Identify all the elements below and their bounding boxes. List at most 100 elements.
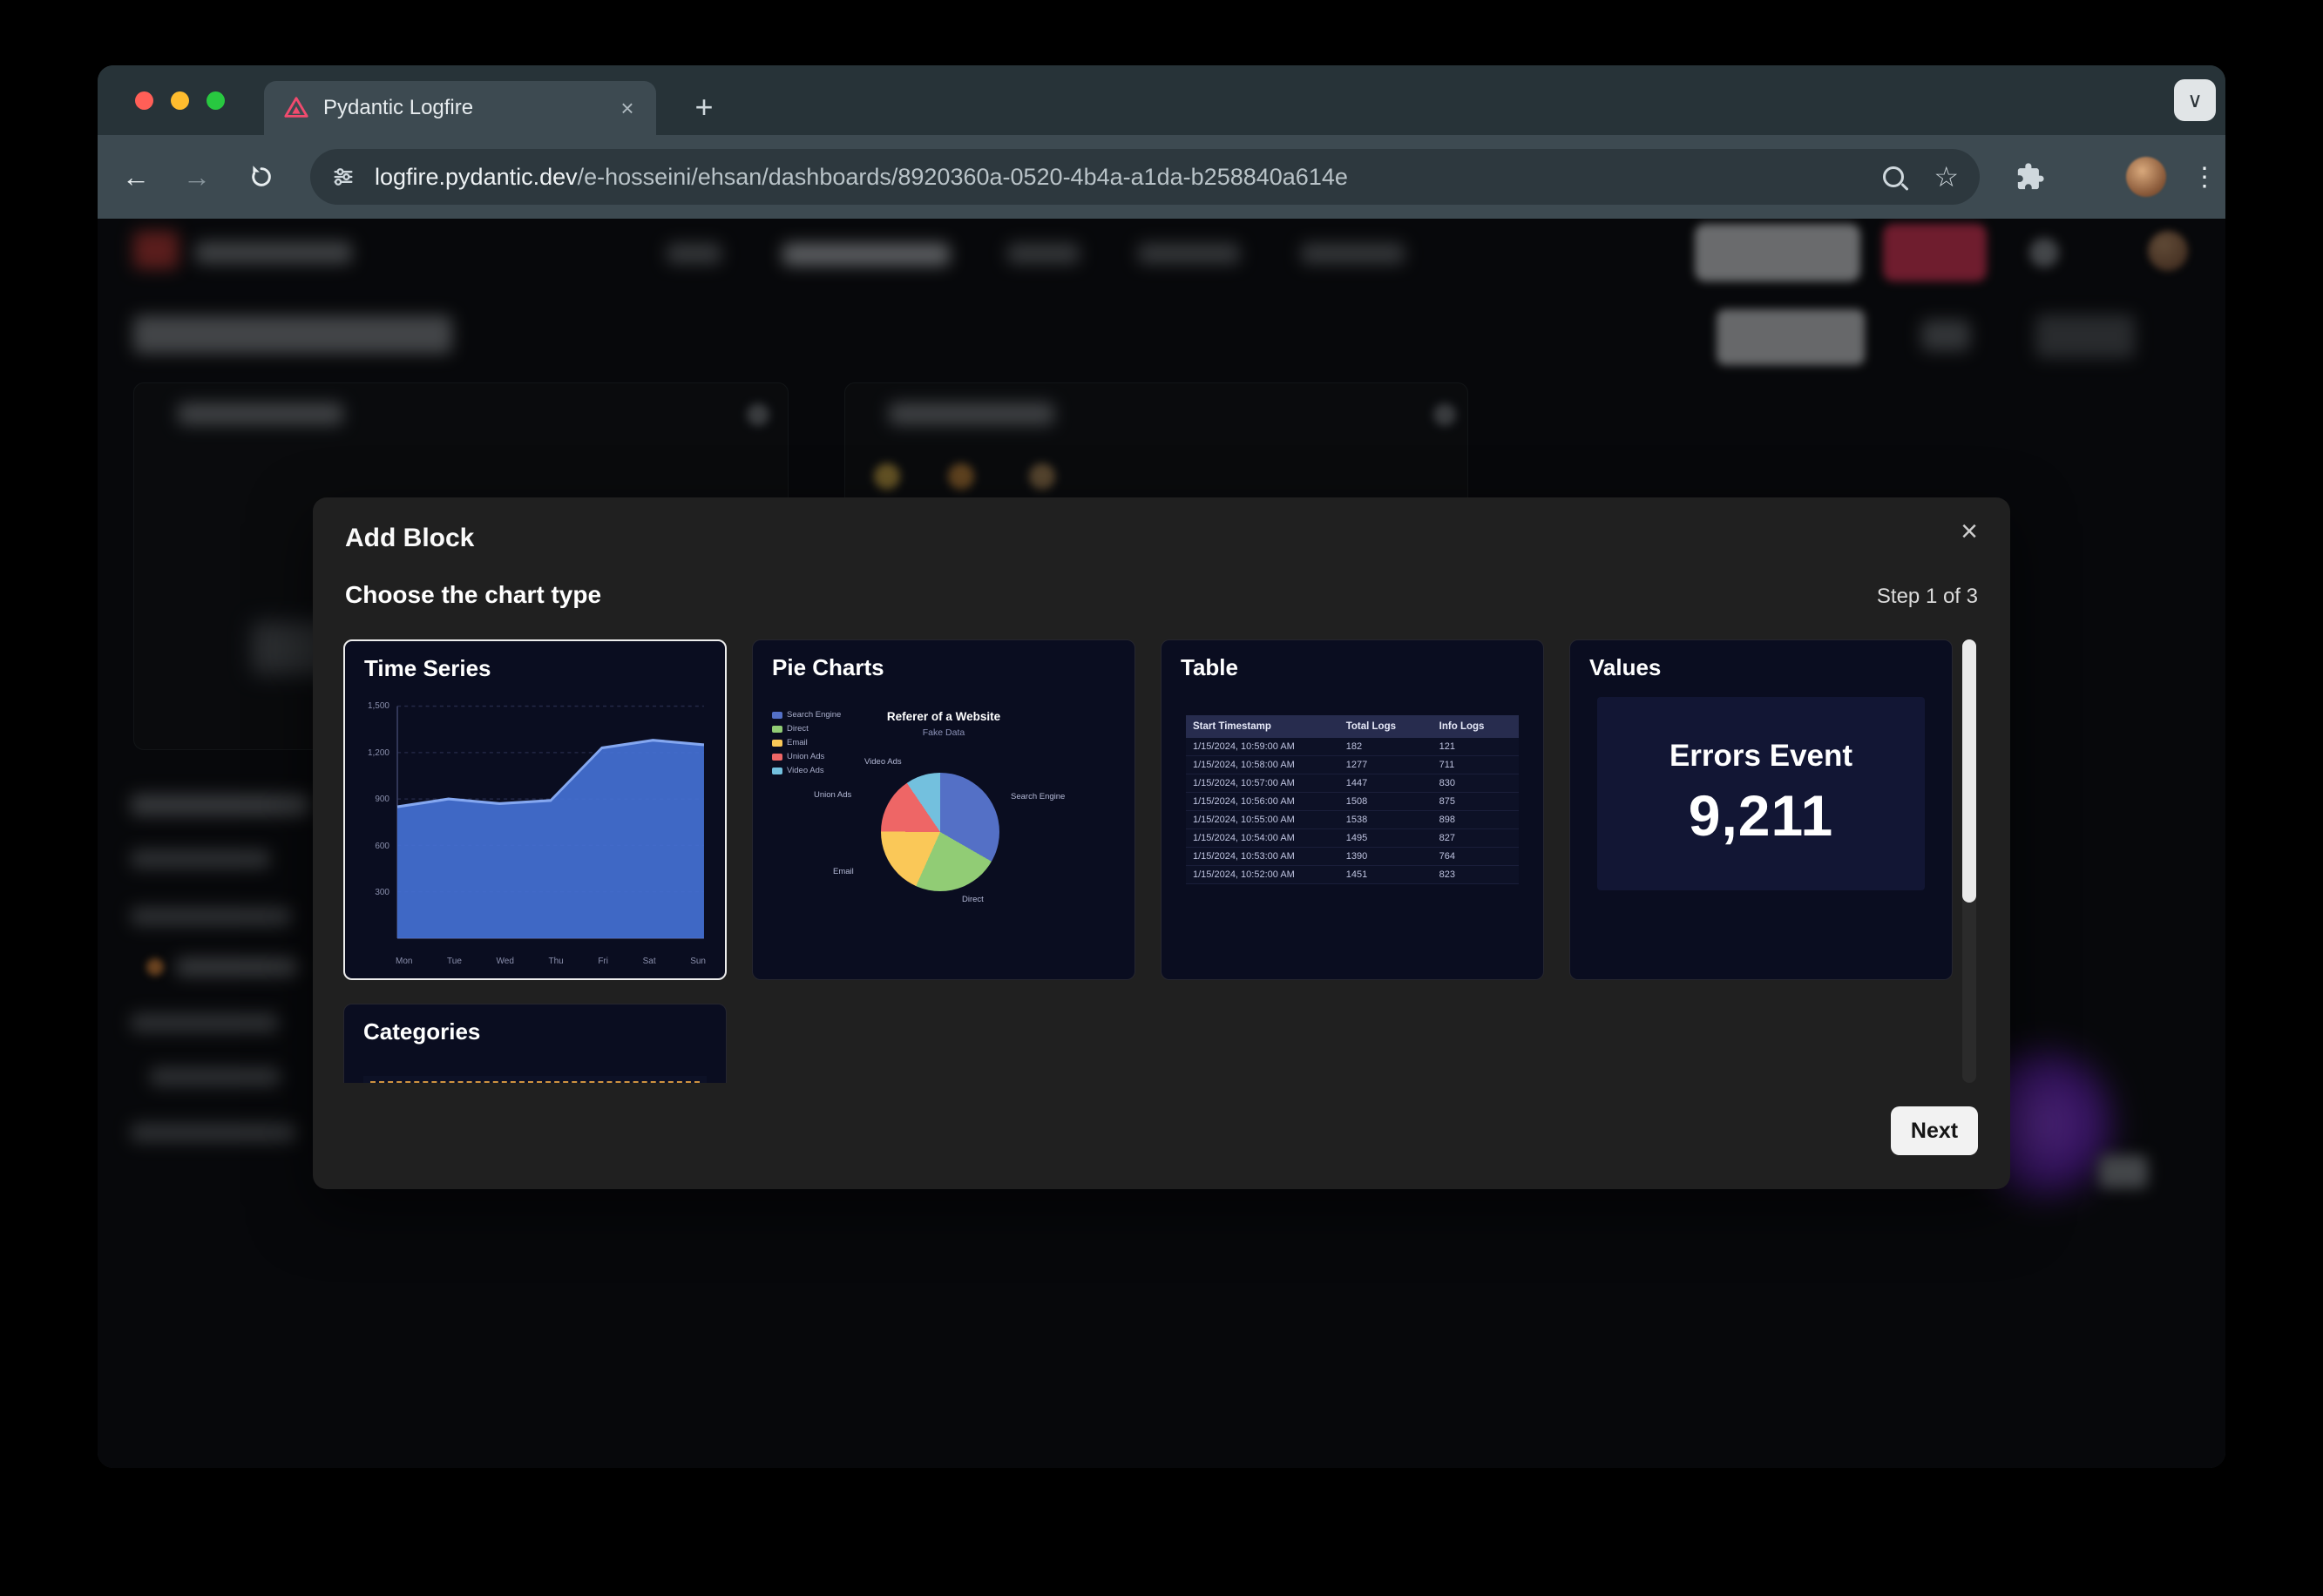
extensions-icon[interactable] bbox=[2013, 159, 2048, 194]
pie-callout: Email bbox=[833, 867, 854, 876]
add-block-modal: × Add Block Choose the chart type Step 1… bbox=[313, 497, 2010, 1189]
back-button[interactable]: ← bbox=[117, 158, 155, 196]
chart-type-grid: Time Series 1,500 1,200 900 600 300 bbox=[343, 639, 1953, 1083]
y-tick: 900 bbox=[375, 795, 389, 804]
x-tick: Wed bbox=[497, 957, 514, 966]
tab-strip-chevron-button[interactable]: ∨ bbox=[2174, 79, 2216, 121]
value-title: Errors Event bbox=[1669, 739, 1852, 774]
timeseries-area bbox=[397, 741, 704, 938]
modal-scrollbar-track bbox=[1962, 639, 1976, 1083]
table-row: 1/15/2024, 10:55:00 AM1538898 bbox=[1186, 811, 1519, 829]
x-tick: Sat bbox=[643, 957, 656, 966]
url-text: logfire.pydantic.dev/e-hosseini/ehsan/da… bbox=[375, 164, 1883, 191]
table-row: 1/15/2024, 10:52:00 AM1451823 bbox=[1186, 866, 1519, 884]
page-content: × Add Block Choose the chart type Step 1… bbox=[98, 219, 2225, 1468]
legend-chip bbox=[772, 740, 782, 747]
modal-scrollbar-thumb[interactable] bbox=[1962, 639, 1976, 903]
pie-legend: Search Engine Direct Email bbox=[772, 710, 841, 775]
tab-strip: Pydantic Logfire × + ∨ bbox=[98, 65, 2225, 135]
pie-callout: Search Engine bbox=[1011, 792, 1065, 801]
y-tick: 300 bbox=[375, 888, 389, 897]
card-values[interactable]: Values Errors Event 9,211 bbox=[1569, 639, 1953, 980]
tab-close-icon[interactable]: × bbox=[613, 93, 642, 123]
url-bar[interactable]: logfire.pydantic.dev/e-hosseini/ehsan/da… bbox=[310, 149, 1980, 205]
table-preview: Start Timestamp Total Logs Info Logs 1/1… bbox=[1186, 715, 1519, 884]
modal-title: Add Block bbox=[345, 524, 474, 553]
column-header: Total Logs bbox=[1339, 721, 1432, 732]
legend-label: Video Ads bbox=[787, 766, 824, 775]
x-tick: Fri bbox=[598, 957, 608, 966]
new-tab-button[interactable]: + bbox=[683, 86, 725, 128]
x-axis-labels: Mon Tue Wed Thu Fri Sat Sun bbox=[396, 950, 706, 966]
legend-label: Union Ads bbox=[787, 752, 824, 761]
table-header: Start Timestamp Total Logs Info Logs bbox=[1186, 715, 1519, 738]
modal-subtitle: Choose the chart type bbox=[345, 581, 601, 609]
chart-type-viewport: Time Series 1,500 1,200 900 600 300 bbox=[343, 639, 1953, 1083]
window-close-button[interactable] bbox=[135, 91, 153, 110]
table-row: 1/15/2024, 10:54:00 AM1495827 bbox=[1186, 829, 1519, 848]
pie-callout: Video Ads bbox=[864, 757, 902, 767]
card-title: Pie Charts bbox=[772, 654, 884, 681]
legend-item: Union Ads bbox=[772, 752, 841, 761]
pie-callout: Union Ads bbox=[814, 790, 851, 800]
table-row: 1/15/2024, 10:53:00 AM1390764 bbox=[1186, 848, 1519, 866]
x-tick: Mon bbox=[396, 957, 412, 966]
area-chart bbox=[396, 695, 706, 947]
legend-item: Email bbox=[772, 738, 841, 747]
value-preview: Errors Event 9,211 bbox=[1597, 697, 1925, 890]
y-tick: 600 bbox=[375, 842, 389, 851]
legend-chip bbox=[772, 768, 782, 774]
tab-title: Pydantic Logfire bbox=[323, 96, 613, 120]
table-row: 1/15/2024, 10:58:00 AM1277711 bbox=[1186, 756, 1519, 774]
table-row: 1/15/2024, 10:56:00 AM1508875 bbox=[1186, 793, 1519, 811]
card-pie-charts[interactable]: Pie Charts Referer of a Website Fake Dat… bbox=[752, 639, 1135, 980]
logfire-favicon-icon bbox=[283, 95, 309, 121]
pie-callout: Direct bbox=[962, 895, 984, 904]
site-info-icon[interactable] bbox=[331, 165, 356, 189]
legend-chip bbox=[772, 754, 782, 761]
card-title: Categories bbox=[363, 1018, 480, 1045]
column-header: Start Timestamp bbox=[1186, 721, 1339, 732]
url-path: /e-hosseini/ehsan/dashboards/8920360a-05… bbox=[578, 164, 1348, 190]
x-tick: Thu bbox=[549, 957, 564, 966]
table-row: 1/15/2024, 10:59:00 AM182121 bbox=[1186, 738, 1519, 756]
legend-chip bbox=[772, 726, 782, 733]
x-tick: Sun bbox=[690, 957, 706, 966]
browser-menu-icon[interactable]: ⋮ bbox=[2185, 158, 2224, 196]
bookmark-star-icon[interactable]: ☆ bbox=[1934, 163, 1959, 191]
value-number: 9,211 bbox=[1689, 782, 1834, 849]
x-tick: Tue bbox=[447, 957, 462, 966]
browser-tab[interactable]: Pydantic Logfire × bbox=[264, 81, 656, 135]
y-tick: 1,500 bbox=[368, 701, 389, 711]
window-minimize-button[interactable] bbox=[171, 91, 189, 110]
categories-preview-fragment bbox=[363, 1076, 707, 1083]
card-title: Values bbox=[1589, 654, 1661, 681]
next-button[interactable]: Next bbox=[1891, 1106, 1978, 1155]
forward-button[interactable]: → bbox=[178, 158, 216, 196]
legend-label: Direct bbox=[787, 724, 809, 734]
card-title: Time Series bbox=[364, 655, 491, 682]
y-tick: 1,200 bbox=[368, 748, 389, 758]
reload-icon[interactable] bbox=[242, 158, 281, 196]
window-zoom-button[interactable] bbox=[207, 91, 225, 110]
table-row: 1/15/2024, 10:57:00 AM1447830 bbox=[1186, 774, 1519, 793]
pie bbox=[881, 773, 999, 891]
legend-item: Video Ads bbox=[772, 766, 841, 775]
legend-chip bbox=[772, 712, 782, 719]
legend-label: Search Engine bbox=[787, 710, 841, 720]
browser-window: Pydantic Logfire × + ∨ ← → bbox=[98, 65, 2225, 1468]
card-time-series[interactable]: Time Series 1,500 1,200 900 600 300 bbox=[343, 639, 727, 980]
column-header: Info Logs bbox=[1432, 721, 1519, 732]
search-icon[interactable] bbox=[1883, 166, 1904, 187]
legend-item: Direct bbox=[772, 724, 841, 734]
profile-avatar[interactable] bbox=[2126, 157, 2166, 197]
legend-item: Search Engine bbox=[772, 710, 841, 720]
time-series-preview: 1,500 1,200 900 600 300 bbox=[362, 695, 709, 966]
browser-toolbar: ← → l bbox=[98, 135, 2225, 219]
card-table[interactable]: Table Start Timestamp Total Logs Info Lo… bbox=[1161, 639, 1544, 980]
url-domain: logfire.pydantic.dev bbox=[375, 164, 578, 190]
card-categories[interactable]: Categories bbox=[343, 1004, 727, 1083]
y-axis-labels: 1,500 1,200 900 600 300 bbox=[362, 695, 394, 947]
step-indicator: Step 1 of 3 bbox=[1877, 585, 1978, 609]
modal-close-icon[interactable]: × bbox=[1951, 513, 1988, 550]
